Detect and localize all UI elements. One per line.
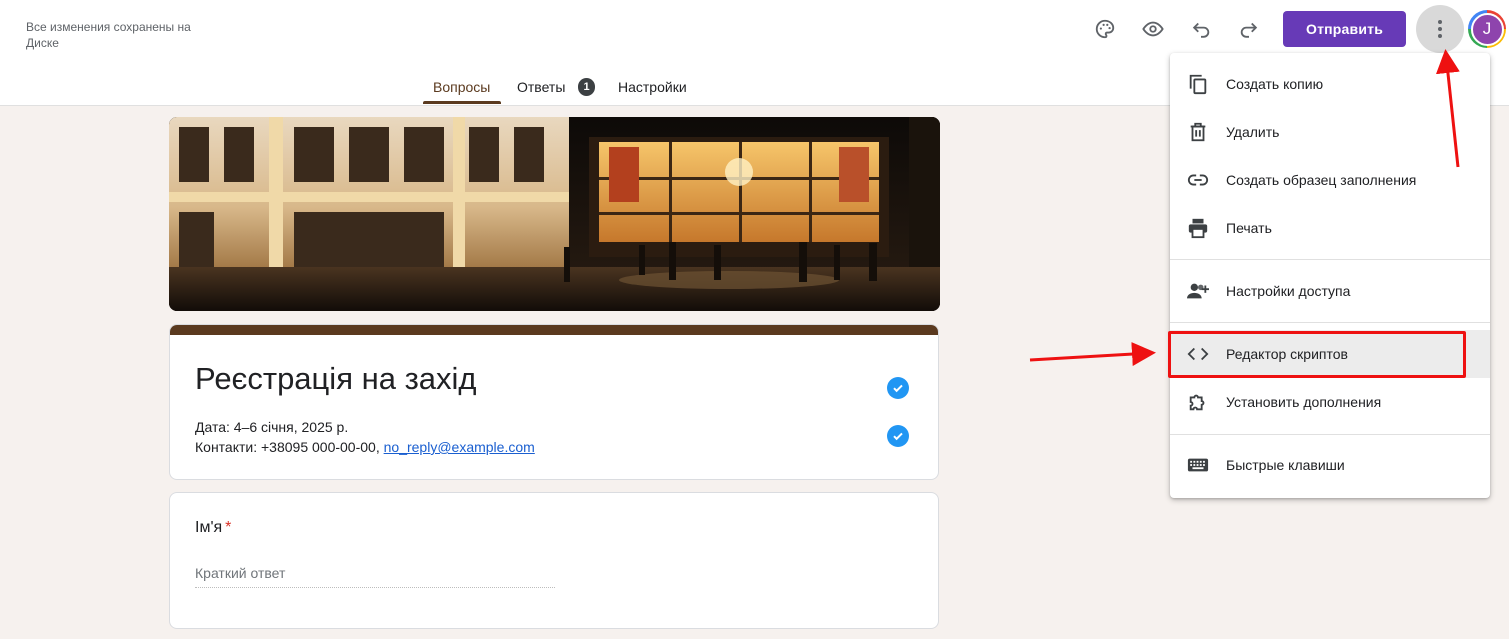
menu-item-delete[interactable]: Удалить (1170, 108, 1490, 156)
avatar-letter: J (1470, 12, 1504, 46)
form-description[interactable]: Дата: 4–6 січня, 2025 р. Контакти: +3809… (195, 417, 535, 457)
header-banner-image (169, 117, 940, 311)
check-circle-icon (887, 425, 909, 447)
contacts-text: Контакти: +38095 000-00-00, (195, 439, 380, 455)
responses-count-badge: 1 (578, 78, 595, 96)
form-description-line1: Дата: 4–6 січня, 2025 р. (195, 419, 349, 435)
palette-icon[interactable] (1088, 12, 1122, 46)
menu-item-label: Настройки доступа (1226, 283, 1351, 299)
question-title: Ім'я * (195, 519, 231, 537)
send-button[interactable]: Отправить (1283, 11, 1406, 47)
required-asterisk: * (225, 519, 232, 536)
menu-item-get-addons[interactable]: Установить дополнения (1170, 378, 1490, 426)
form-description-line2: Контакти: +38095 000-00-00, no_reply@exa… (195, 437, 535, 457)
menu-item-sharing-settings[interactable]: Настройки доступа (1170, 267, 1490, 315)
menu-item-label: Создать образец заполнения (1226, 172, 1417, 188)
menu-item-label: Печать (1226, 220, 1272, 236)
form-title-card[interactable]: Реєстрація на захід Дата: 4–6 січня, 202… (169, 324, 939, 480)
annotation-arrow-right (1029, 342, 1156, 367)
eye-icon[interactable] (1136, 12, 1170, 46)
menu-item-print[interactable]: Печать (1170, 204, 1490, 252)
form-title[interactable]: Реєстрація на захід (195, 361, 477, 397)
code-icon (1186, 342, 1210, 366)
tab-responses[interactable]: Ответы (517, 79, 565, 105)
menu-item-label: Установить дополнения (1226, 394, 1382, 410)
more-vert-icon[interactable] (1416, 5, 1464, 53)
menu-item-make-copy[interactable]: Создать копию (1170, 60, 1490, 108)
avatar[interactable]: J (1468, 10, 1506, 48)
people-add-icon (1186, 279, 1210, 303)
email-link[interactable]: no_reply@example.com (384, 439, 535, 455)
question-card[interactable]: Ім'я * Краткий ответ (169, 492, 939, 629)
short-answer-field[interactable]: Краткий ответ (195, 565, 555, 588)
menu-item-label: Редактор скриптов (1226, 346, 1348, 362)
tab-active-indicator (423, 101, 501, 104)
check-circle-icon (887, 377, 909, 399)
tab-settings[interactable]: Настройки (618, 79, 687, 105)
undo-icon[interactable] (1184, 12, 1218, 46)
keyboard-icon (1186, 453, 1210, 477)
menu-item-label: Быстрые клавиши (1226, 457, 1345, 473)
print-icon (1186, 216, 1210, 240)
menu-item-label: Удалить (1226, 124, 1280, 140)
menu-item-label: Создать копию (1226, 76, 1324, 92)
save-status: Все изменения сохранены на Диске (26, 20, 191, 50)
menu-divider (1170, 322, 1490, 323)
more-options-menu: Создать копию Удалить Создать образец за… (1170, 53, 1490, 498)
question-title-text: Ім'я (195, 519, 223, 536)
link-icon (1186, 168, 1210, 192)
puzzle-icon (1186, 390, 1210, 414)
menu-item-script-editor[interactable]: Редактор скриптов (1170, 330, 1490, 378)
theme-color-bar (170, 325, 938, 335)
trash-icon (1186, 120, 1210, 144)
menu-divider (1170, 259, 1490, 260)
menu-item-keyboard-shortcuts[interactable]: Быстрые клавиши (1170, 441, 1490, 489)
redo-icon[interactable] (1232, 12, 1266, 46)
copy-icon (1186, 72, 1210, 96)
menu-item-prefilled-link[interactable]: Создать образец заполнения (1170, 156, 1490, 204)
menu-divider (1170, 434, 1490, 435)
